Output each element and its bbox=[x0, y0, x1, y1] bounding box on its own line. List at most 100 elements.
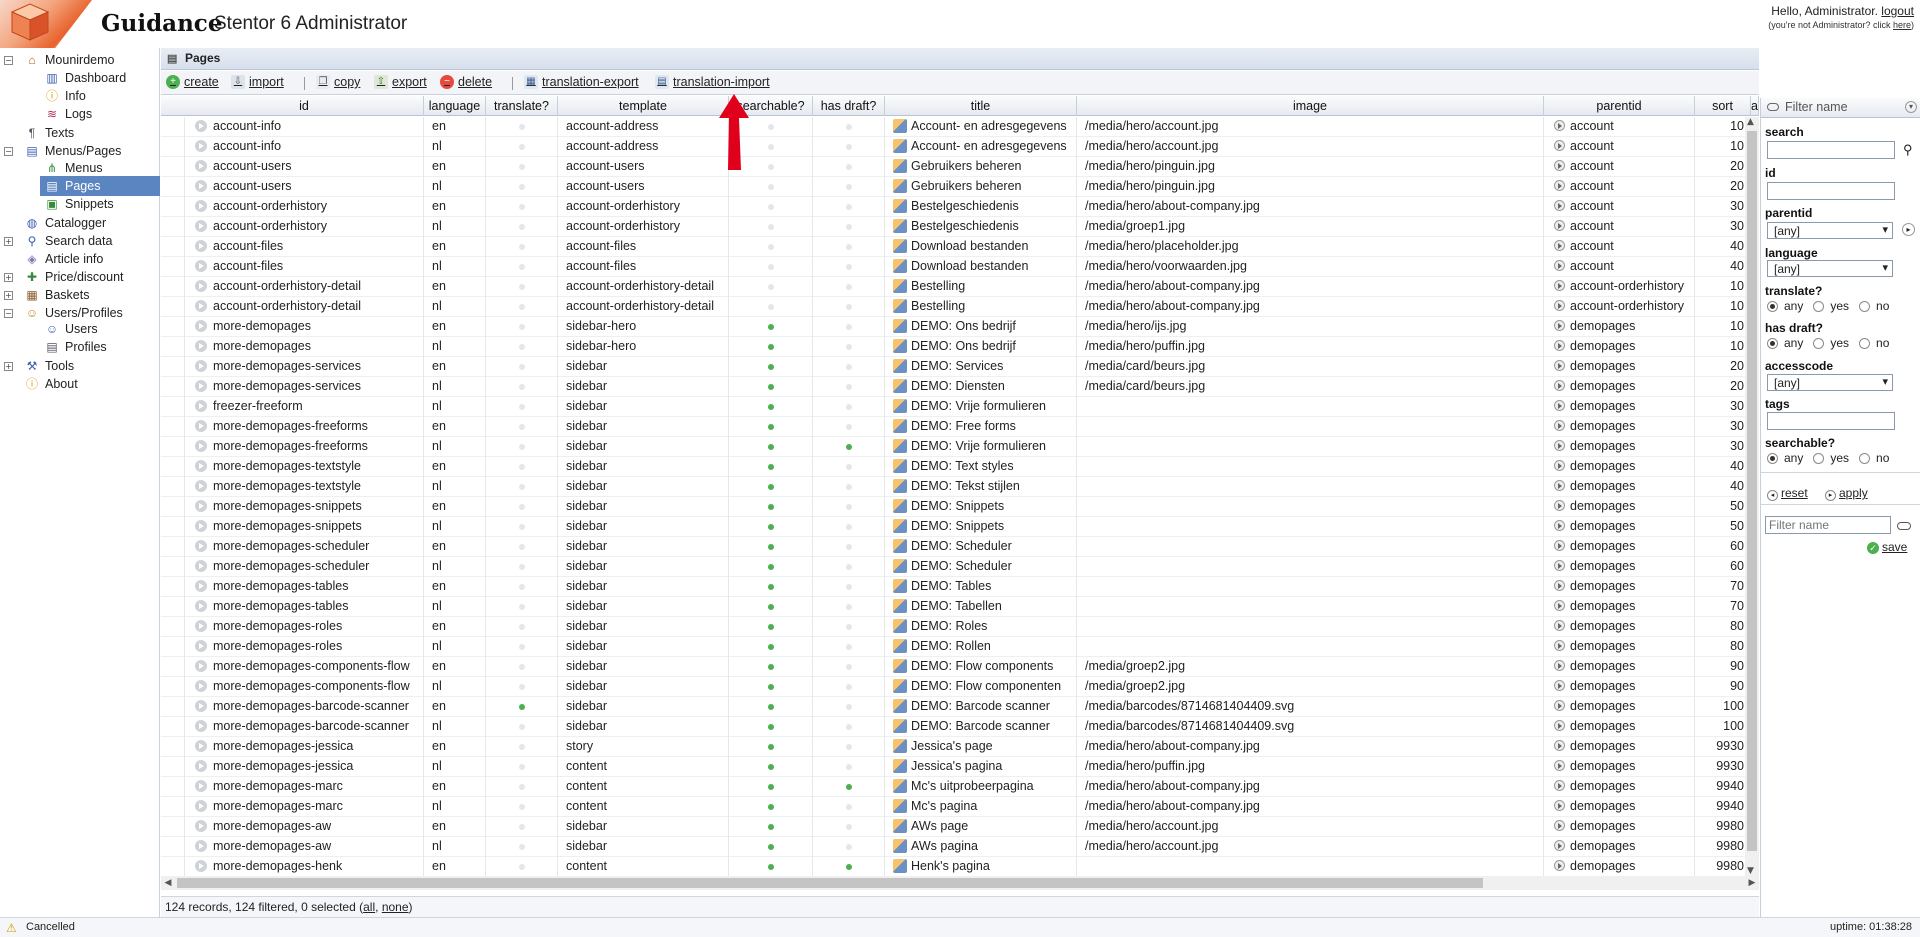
row-selector[interactable] bbox=[161, 357, 185, 377]
parent-link-icon[interactable] bbox=[1554, 300, 1565, 312]
expand-row-icon[interactable] bbox=[195, 399, 207, 412]
column-header-title[interactable]: title bbox=[885, 96, 1077, 116]
sidebar-item-tools[interactable]: ⚒ Tools bbox=[24, 356, 160, 376]
sidebar-item-article-info[interactable]: ◈ Article info bbox=[24, 249, 160, 269]
expand-icon[interactable]: + bbox=[4, 237, 13, 246]
row-selector[interactable] bbox=[161, 457, 185, 477]
sidebar-item-menus[interactable]: ⋔ Menus bbox=[44, 158, 160, 178]
table-row[interactable]: more-demopages-roles en sidebar DEMO: Roles… bbox=[161, 617, 1759, 637]
parent-link-icon[interactable] bbox=[1554, 340, 1565, 352]
parent-link-icon[interactable] bbox=[1554, 420, 1565, 432]
logout-link[interactable]: logout bbox=[1881, 4, 1914, 18]
sidebar-item-users[interactable]: ☺ Users bbox=[44, 319, 160, 339]
sidebar-item-dashboard[interactable]: ▥ Dashboard bbox=[44, 68, 160, 88]
expand-icon[interactable]: + bbox=[4, 362, 13, 371]
row-selector[interactable] bbox=[161, 117, 185, 137]
expand-row-icon[interactable] bbox=[195, 199, 207, 212]
table-row[interactable]: account-files nl account-files Download bes… bbox=[161, 257, 1759, 277]
table-row[interactable]: account-info nl account-address Account- en… bbox=[161, 137, 1759, 157]
parent-link-icon[interactable] bbox=[1554, 140, 1565, 152]
sidebar-item-search-data[interactable]: ⚲ Search data bbox=[24, 231, 160, 251]
expand-row-icon[interactable] bbox=[195, 839, 207, 852]
scroll-down-icon[interactable]: ▼ bbox=[1747, 866, 1754, 876]
translation-import-button[interactable]: ▤ translation-import bbox=[655, 75, 770, 89]
row-selector[interactable] bbox=[161, 177, 185, 197]
expand-row-icon[interactable] bbox=[195, 119, 207, 132]
parent-link-icon[interactable] bbox=[1554, 240, 1565, 252]
search-input[interactable] bbox=[1767, 141, 1895, 159]
expand-row-icon[interactable] bbox=[195, 299, 207, 312]
scrollbar-thumb[interactable] bbox=[177, 878, 1483, 888]
parent-link-icon[interactable] bbox=[1554, 120, 1565, 132]
expand-row-icon[interactable] bbox=[195, 259, 207, 272]
table-row[interactable]: more-demopages-snippets nl sidebar DEMO: Sn… bbox=[161, 517, 1759, 537]
expand-row-icon[interactable] bbox=[195, 659, 207, 672]
expand-row-icon[interactable] bbox=[195, 159, 207, 172]
scroll-up-icon[interactable]: ▲ bbox=[1747, 117, 1754, 127]
parent-link-icon[interactable] bbox=[1554, 640, 1565, 652]
parent-link-icon[interactable] bbox=[1554, 540, 1565, 552]
parent-link-icon[interactable] bbox=[1554, 720, 1565, 732]
parent-link-icon[interactable] bbox=[1554, 200, 1565, 212]
row-selector[interactable] bbox=[161, 297, 185, 317]
expand-row-icon[interactable] bbox=[195, 319, 207, 332]
row-selector[interactable] bbox=[161, 557, 185, 577]
expand-row-icon[interactable] bbox=[195, 499, 207, 512]
hasdraft-no-radio[interactable] bbox=[1859, 337, 1871, 349]
expand-row-icon[interactable] bbox=[195, 179, 207, 192]
sidebar-item-about[interactable]: ⓘ About bbox=[24, 374, 160, 394]
filter-header[interactable]: Filter name ▾ bbox=[1761, 98, 1920, 118]
table-row[interactable]: account-orderhistory-detail en account-ord… bbox=[161, 277, 1759, 297]
sidebar-item-price-discount[interactable]: ✚ Price/discount bbox=[24, 267, 160, 287]
row-selector[interactable] bbox=[161, 477, 185, 497]
row-selector[interactable] bbox=[161, 537, 185, 557]
row-selector[interactable] bbox=[161, 237, 185, 257]
expand-row-icon[interactable] bbox=[195, 139, 207, 152]
expand-row-icon[interactable] bbox=[195, 519, 207, 532]
parent-link-icon[interactable] bbox=[1554, 860, 1565, 872]
table-row[interactable]: more-demopages-marc en content Mc's uitprob… bbox=[161, 777, 1759, 797]
parent-link-icon[interactable] bbox=[1554, 580, 1565, 592]
expand-row-icon[interactable] bbox=[195, 799, 207, 812]
collapse-icon[interactable]: − bbox=[4, 147, 13, 156]
horizontal-scrollbar[interactable]: ◀ ▶ bbox=[161, 876, 1759, 890]
parent-link-icon[interactable] bbox=[1554, 520, 1565, 532]
expand-row-icon[interactable] bbox=[195, 479, 207, 492]
table-row[interactable]: more-demopages nl sidebar-hero DEMO: Ons be… bbox=[161, 337, 1759, 357]
translate-no-radio[interactable] bbox=[1859, 300, 1871, 312]
parent-link-icon[interactable] bbox=[1554, 220, 1565, 232]
column-header-sort[interactable]: sort bbox=[1695, 96, 1751, 116]
expand-row-icon[interactable] bbox=[195, 559, 207, 572]
chevron-down-icon[interactable]: ▾ bbox=[1905, 101, 1917, 113]
vertical-scrollbar[interactable]: ▲ ▼ bbox=[1745, 117, 1759, 876]
table-row[interactable]: account-info en account-address Account- en… bbox=[161, 117, 1759, 137]
table-row[interactable]: more-demopages-scheduler nl sidebar DEMO: S… bbox=[161, 557, 1759, 577]
parent-link-icon[interactable] bbox=[1554, 500, 1565, 512]
table-row[interactable]: more-demopages-tables en sidebar DEMO: Tabl… bbox=[161, 577, 1759, 597]
delete-button[interactable]: − delete bbox=[440, 75, 492, 89]
expand-row-icon[interactable] bbox=[195, 219, 207, 232]
row-selector[interactable] bbox=[161, 417, 185, 437]
parent-link-icon[interactable] bbox=[1554, 760, 1565, 772]
sidebar-item-catalogger[interactable]: ◍ Catalogger bbox=[24, 213, 160, 233]
parent-link-icon[interactable] bbox=[1554, 320, 1565, 332]
column-header-hasdraft[interactable]: has draft? bbox=[813, 96, 885, 116]
search-icon[interactable]: ⚲ bbox=[1903, 142, 1913, 158]
sidebar-item-baskets[interactable]: ▦ Baskets bbox=[24, 285, 160, 305]
row-selector[interactable] bbox=[161, 397, 185, 417]
searchable-yes-radio[interactable] bbox=[1813, 452, 1825, 464]
expand-row-icon[interactable] bbox=[195, 679, 207, 692]
table-row[interactable]: more-demopages-snippets en sidebar DEMO: Sn… bbox=[161, 497, 1759, 517]
expand-row-icon[interactable] bbox=[195, 779, 207, 792]
parent-link-icon[interactable] bbox=[1554, 480, 1565, 492]
language-select[interactable]: [any] bbox=[1767, 260, 1893, 277]
row-selector[interactable] bbox=[161, 277, 185, 297]
column-header-parentid[interactable]: parentid bbox=[1544, 96, 1695, 116]
parent-link-icon[interactable] bbox=[1554, 820, 1565, 832]
table-row[interactable]: more-demopages-barcode-scanner en sidebar D… bbox=[161, 697, 1759, 717]
sidebar-item-pages[interactable]: ▤ Pages bbox=[40, 176, 160, 196]
table-row[interactable]: account-orderhistory-detail nl account-ord… bbox=[161, 297, 1759, 317]
row-selector[interactable] bbox=[161, 517, 185, 537]
expand-row-icon[interactable] bbox=[195, 619, 207, 632]
id-input[interactable] bbox=[1767, 182, 1895, 200]
